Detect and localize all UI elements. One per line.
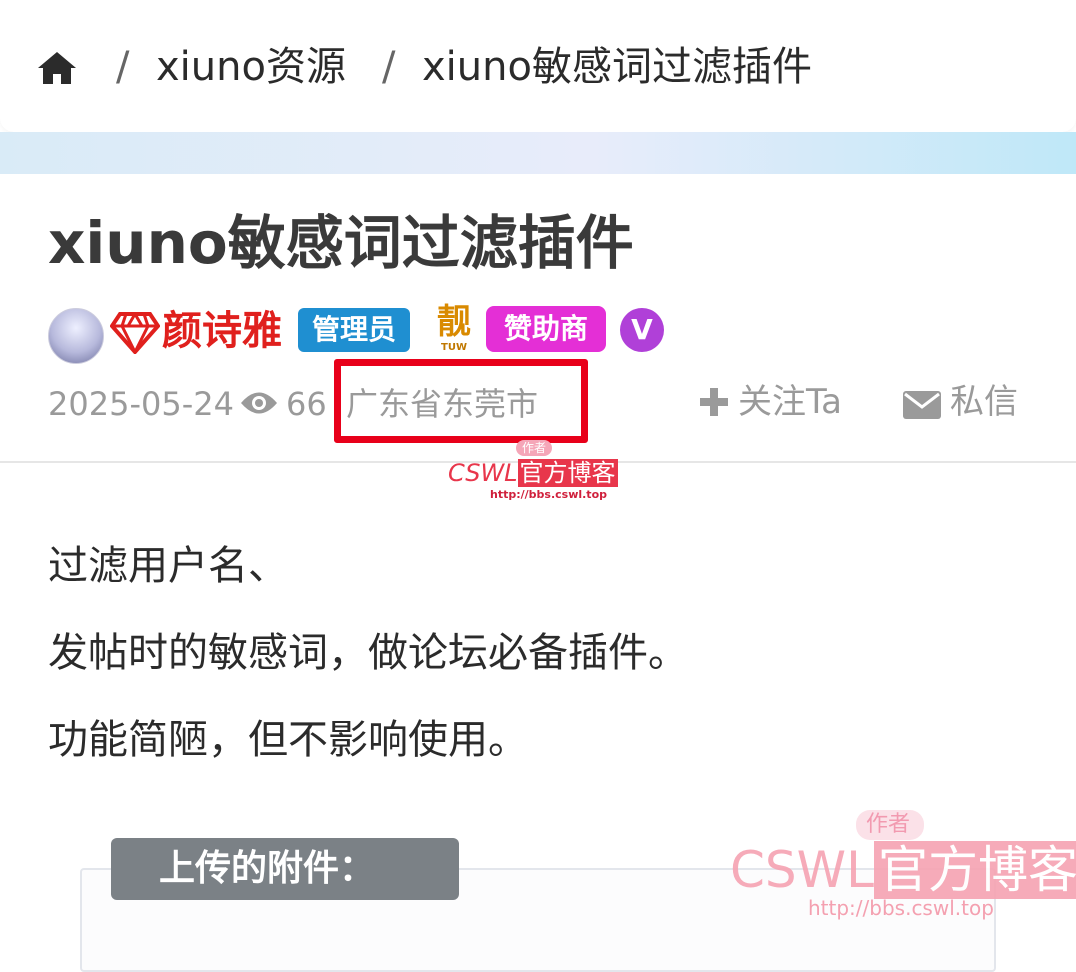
home-icon[interactable] bbox=[36, 50, 78, 86]
breadcrumb: / xiuno资源 / xiuno敏感词过滤插件 bbox=[0, 0, 1076, 132]
attachments-label: 上传的附件： bbox=[111, 838, 459, 900]
post-body-line: 过滤用户名、 bbox=[48, 543, 288, 589]
breadcrumb-separator: / bbox=[382, 44, 396, 90]
follow-button[interactable]: 关注Ta bbox=[738, 380, 842, 424]
author-name[interactable]: 颜诗雅 bbox=[162, 306, 282, 356]
page-title: xiuno敏感词过滤插件 bbox=[48, 209, 634, 277]
breadcrumb-item-current: xiuno敏感词过滤插件 bbox=[422, 44, 812, 90]
post-body-line: 功能简陋，但不影响使用。 bbox=[48, 717, 528, 763]
mail-icon bbox=[903, 391, 941, 419]
badge-liang-sub: TUW bbox=[441, 342, 467, 353]
eye-icon bbox=[241, 392, 277, 414]
watermark-author-tag: 作者 bbox=[856, 810, 925, 840]
header-gradient-band bbox=[0, 132, 1076, 174]
badge-admin: 管理员 bbox=[298, 308, 410, 352]
breadcrumb-item-category[interactable]: xiuno资源 bbox=[156, 42, 346, 92]
watermark-logo: CSWL官方博客 bbox=[730, 840, 1076, 900]
diamond-icon bbox=[110, 312, 160, 354]
watermark-url: http://bbs.cswl.top bbox=[808, 896, 994, 920]
watermark-url: http://bbs.cswl.top bbox=[490, 488, 607, 501]
breadcrumb-separator: / bbox=[116, 44, 130, 90]
location-highlight-box bbox=[334, 359, 588, 443]
badge-sponsor: 赞助商 bbox=[486, 306, 606, 352]
message-button[interactable]: 私信 bbox=[950, 380, 1018, 424]
post-date: 2025-05-24 bbox=[48, 385, 234, 423]
post-body-line: 发帖时的敏感词，做论坛必备插件。 bbox=[48, 630, 688, 676]
view-count: 66 bbox=[286, 385, 327, 423]
avatar[interactable] bbox=[48, 308, 104, 364]
badge-verified: V bbox=[620, 308, 664, 352]
watermark-author-tag: 作者 bbox=[516, 440, 553, 456]
watermark-logo: CSWL官方博客 bbox=[448, 459, 618, 487]
plus-icon bbox=[700, 388, 728, 416]
